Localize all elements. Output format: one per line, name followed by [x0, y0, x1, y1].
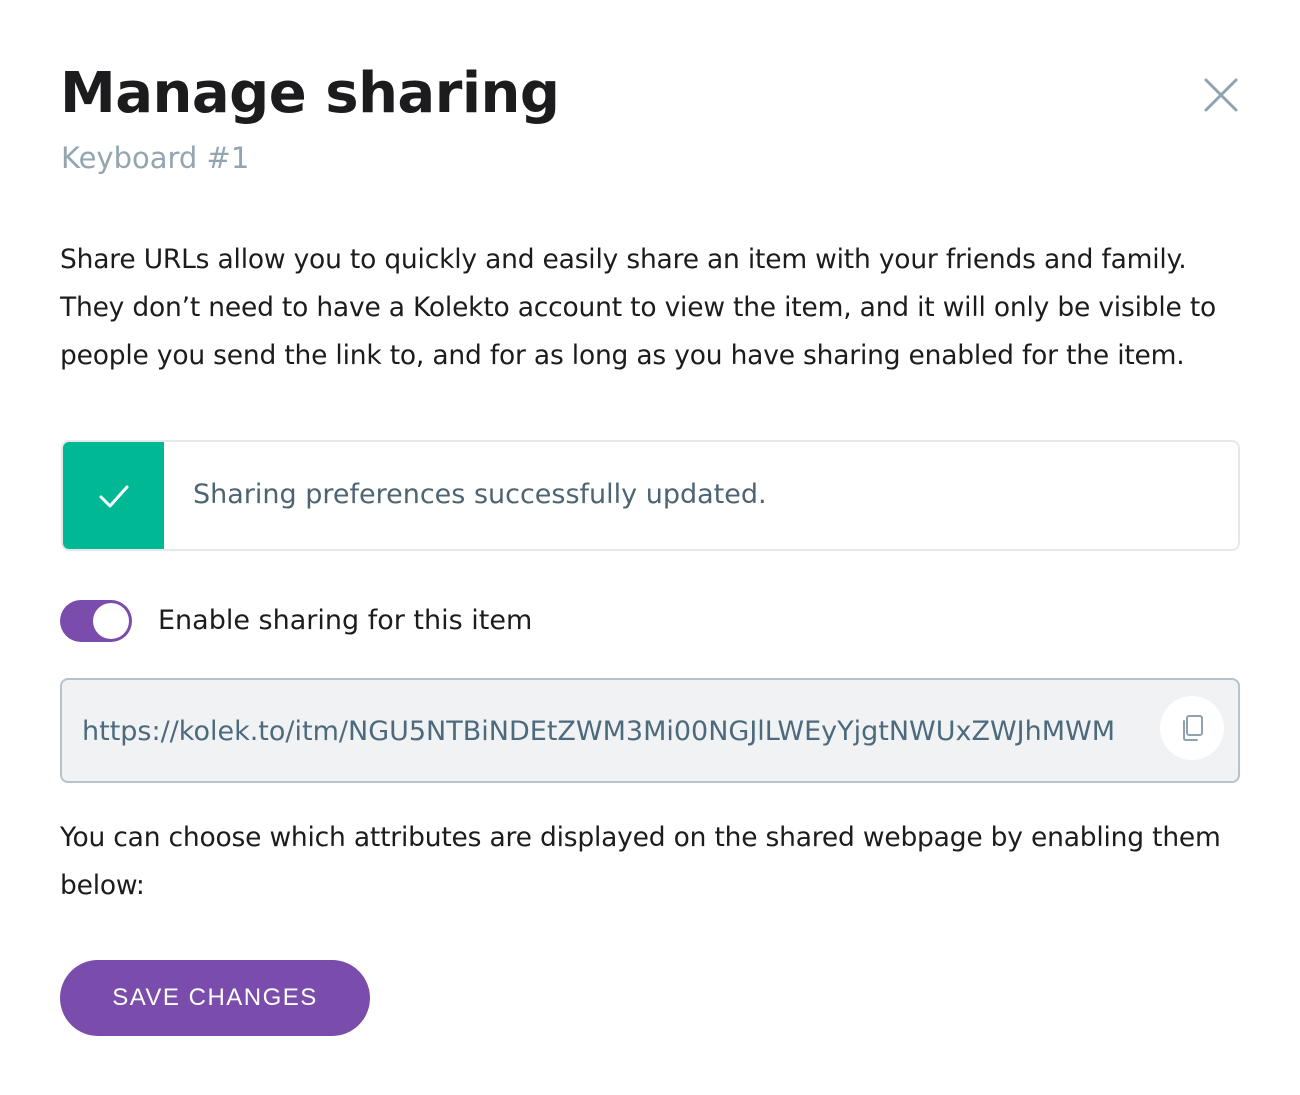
- close-button[interactable]: [1198, 72, 1244, 118]
- copy-url-button[interactable]: [1160, 696, 1224, 760]
- item-name-subtitle: Keyboard #1: [61, 141, 250, 175]
- checkmark-icon: [99, 485, 128, 507]
- enable-sharing-label: Enable sharing for this item: [158, 605, 533, 636]
- sharing-description: Share URLs allow you to quickly and easi…: [60, 244, 1217, 371]
- share-url-field[interactable]: https://kolek.to/itm/NGU5NTBiNDEtZWM3Mi0…: [60, 678, 1240, 783]
- enable-sharing-toggle[interactable]: [60, 600, 132, 642]
- attributes-hint: You can choose which attributes are disp…: [60, 822, 1221, 901]
- manage-sharing-modal: Manage sharing Keyboard #1 Share URLs al…: [0, 0, 1300, 1095]
- alert-icon-container: [63, 442, 164, 549]
- close-icon: [1204, 78, 1238, 112]
- copy-icon: [1183, 715, 1203, 741]
- modal-title: Manage sharing: [60, 61, 560, 126]
- alert-message: Sharing preferences successfully updated…: [193, 479, 767, 510]
- success-alert: Sharing preferences successfully updated…: [61, 440, 1240, 551]
- toggle-knob: [93, 603, 129, 639]
- save-changes-button[interactable]: SAVE CHANGES: [60, 960, 370, 1036]
- share-url-value[interactable]: https://kolek.to/itm/NGU5NTBiNDEtZWM3Mi0…: [82, 712, 1140, 752]
